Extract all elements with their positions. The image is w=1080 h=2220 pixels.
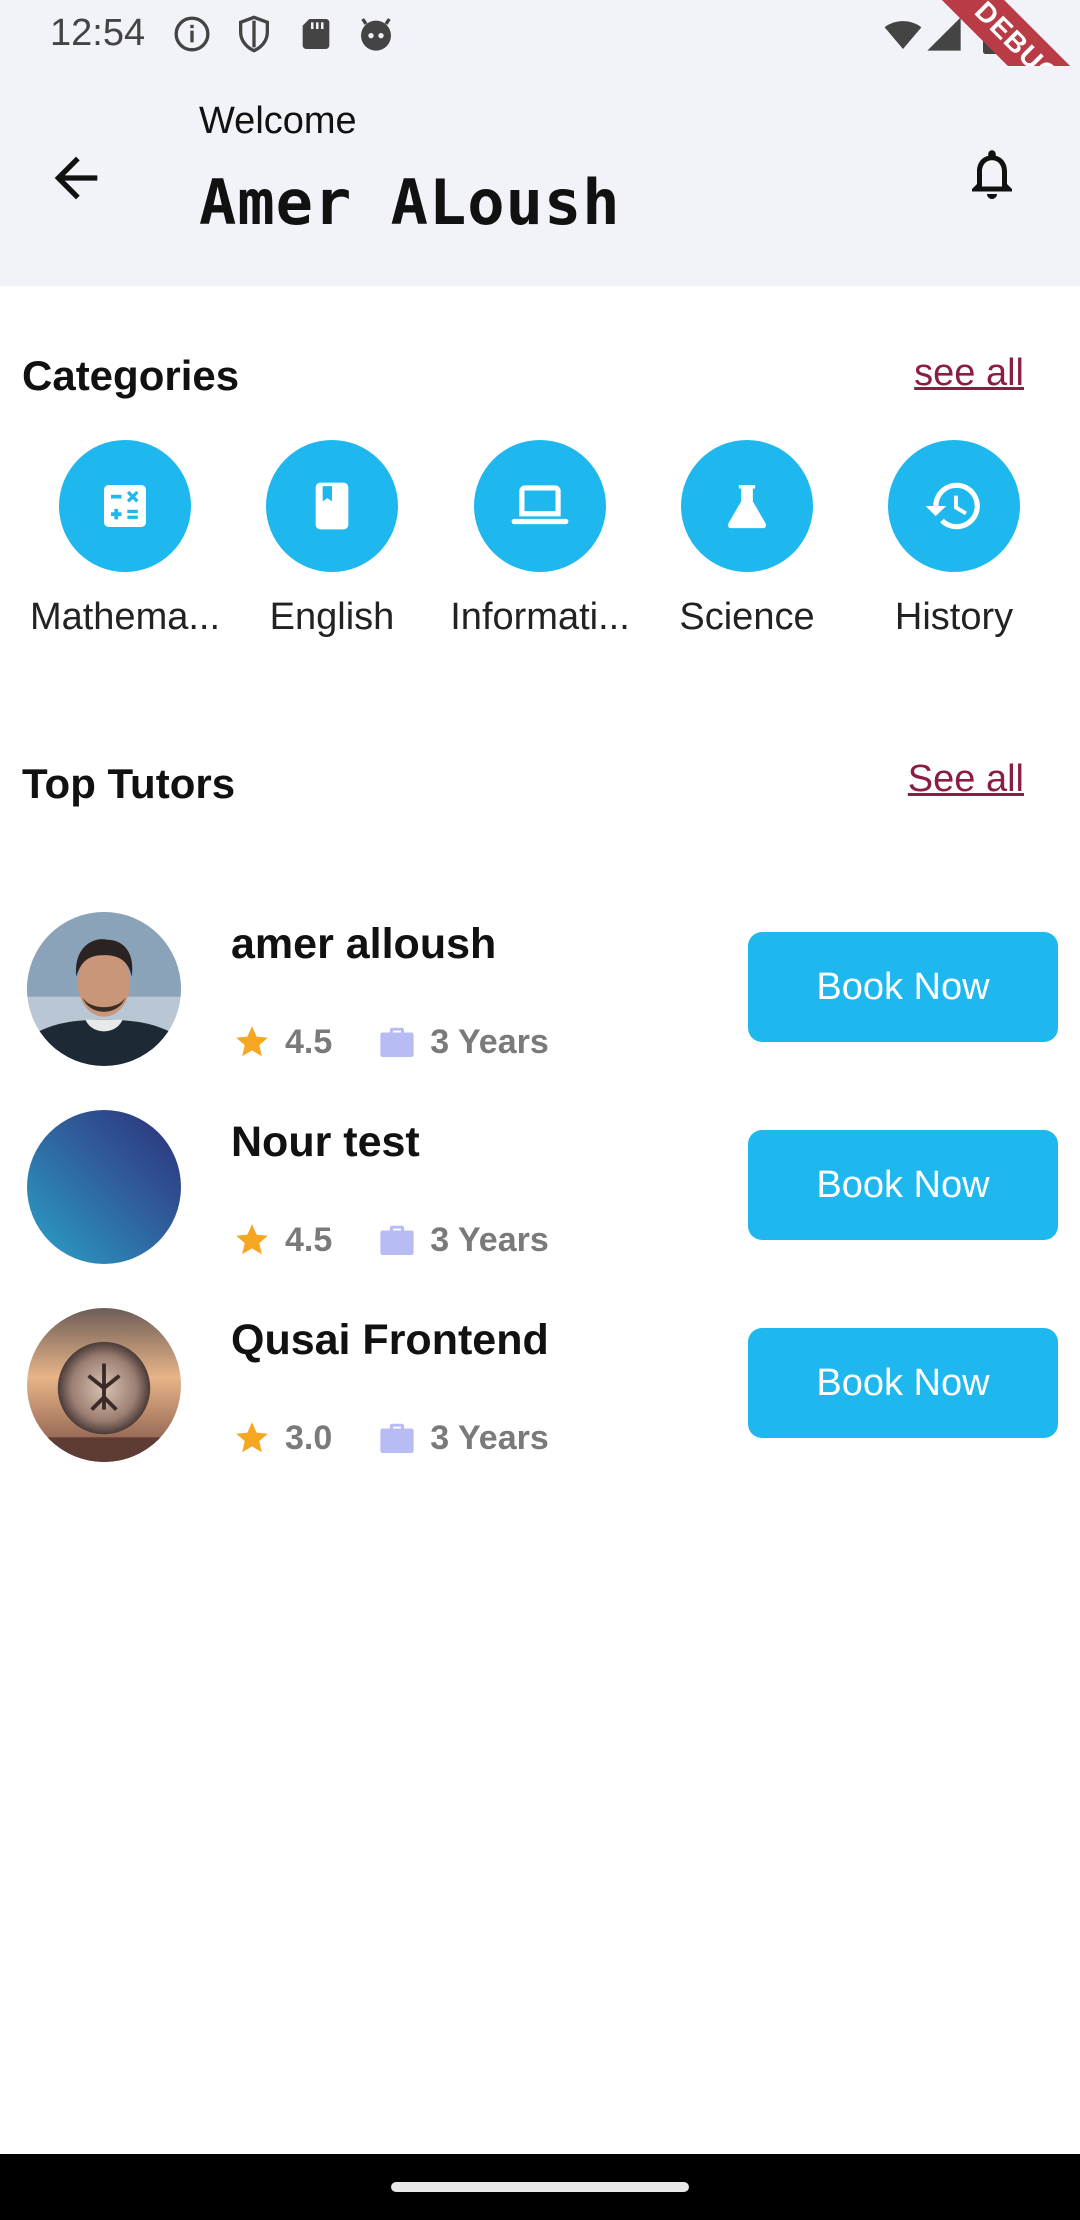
tutor-meta: 3.0 3 Years <box>233 1418 549 1458</box>
star-icon <box>236 1224 268 1255</box>
status-bar: 12:54 DEBUG <box>0 0 1080 148</box>
system-navigation-bar <box>0 2154 1080 2220</box>
briefcase-icon <box>380 1027 414 1058</box>
category-science[interactable]: Science <box>647 440 847 639</box>
calculator-icon <box>104 485 146 527</box>
tutor-name: amer alloush <box>231 920 497 968</box>
avatar <box>27 1308 181 1462</box>
category-icon-circle <box>888 440 1020 572</box>
header: Welcome Amer ALoush <box>0 66 1080 286</box>
book-icon <box>315 482 349 530</box>
signal-icon <box>927 17 961 51</box>
category-label: Mathema... <box>29 596 221 638</box>
tutors-title: Top Tutors <box>22 760 236 807</box>
info-icon <box>174 16 210 52</box>
tutor-name: Qusai Frontend <box>231 1316 549 1364</box>
home-gesture-handle[interactable] <box>391 2182 689 2192</box>
star-icon <box>236 1026 268 1057</box>
tutor-rating: 3.0 <box>285 1418 333 1457</box>
tutor-name: Nour test <box>231 1118 420 1166</box>
category-icon-circle <box>681 440 813 572</box>
bell-icon[interactable] <box>962 142 1022 206</box>
avatar <box>27 912 181 1066</box>
tutor-experience: 3 Years <box>430 1418 549 1457</box>
laptop-icon <box>511 485 569 525</box>
user-name: Amer ALoush <box>199 166 621 239</box>
tutor-meta: 4.5 3 Years <box>233 1022 549 1062</box>
welcome-text: Welcome <box>199 100 357 142</box>
briefcase-icon <box>380 1423 414 1454</box>
category-label: Science <box>679 596 815 638</box>
tutor-experience: 3 Years <box>430 1220 549 1259</box>
tutors-see-all-link[interactable]: See all <box>908 758 1024 801</box>
tutor-rating: 4.5 <box>285 1220 333 1259</box>
book-now-button[interactable]: Book Now <box>748 1130 1058 1240</box>
star-icon <box>236 1422 268 1453</box>
categories-title: Categories <box>22 352 240 399</box>
wifi-icon <box>884 21 922 49</box>
face-icon <box>361 18 391 51</box>
briefcase-icon <box>380 1225 414 1256</box>
book-now-button[interactable]: Book Now <box>748 932 1058 1042</box>
tutor-row[interactable]: amer alloush 4.5 3 Years Book Now <box>0 912 1080 1072</box>
shield-icon <box>239 15 269 53</box>
category-mathematics[interactable]: Mathema... <box>25 440 225 639</box>
category-icon-circle <box>474 440 606 572</box>
category-history[interactable]: History <box>854 440 1054 639</box>
category-icon-circle <box>59 440 191 572</box>
categories-see-all-link[interactable]: see all <box>914 352 1024 395</box>
tutor-meta: 4.5 3 Years <box>233 1220 549 1260</box>
category-english[interactable]: English <box>232 440 432 639</box>
sd-card-icon <box>302 19 330 49</box>
category-icon-circle <box>266 440 398 572</box>
history-icon <box>925 482 980 530</box>
tutor-experience: 3 Years <box>430 1022 549 1061</box>
book-now-button[interactable]: Book Now <box>748 1328 1058 1438</box>
tutor-rating: 4.5 <box>285 1022 333 1061</box>
tutor-row[interactable]: Nour test 4.5 3 Years Book Now <box>0 1110 1080 1270</box>
category-label: English <box>269 596 395 638</box>
flask-icon <box>727 485 767 529</box>
category-information[interactable]: Informati... <box>440 440 640 639</box>
avatar <box>27 1110 181 1264</box>
tutor-row[interactable]: Qusai Frontend 3.0 3 Years Book Now <box>0 1308 1080 1468</box>
category-label: Informati... <box>450 596 630 638</box>
status-time: 12:54 <box>50 12 146 54</box>
category-label: History <box>894 596 1014 638</box>
arrow-back-icon[interactable] <box>44 146 108 210</box>
